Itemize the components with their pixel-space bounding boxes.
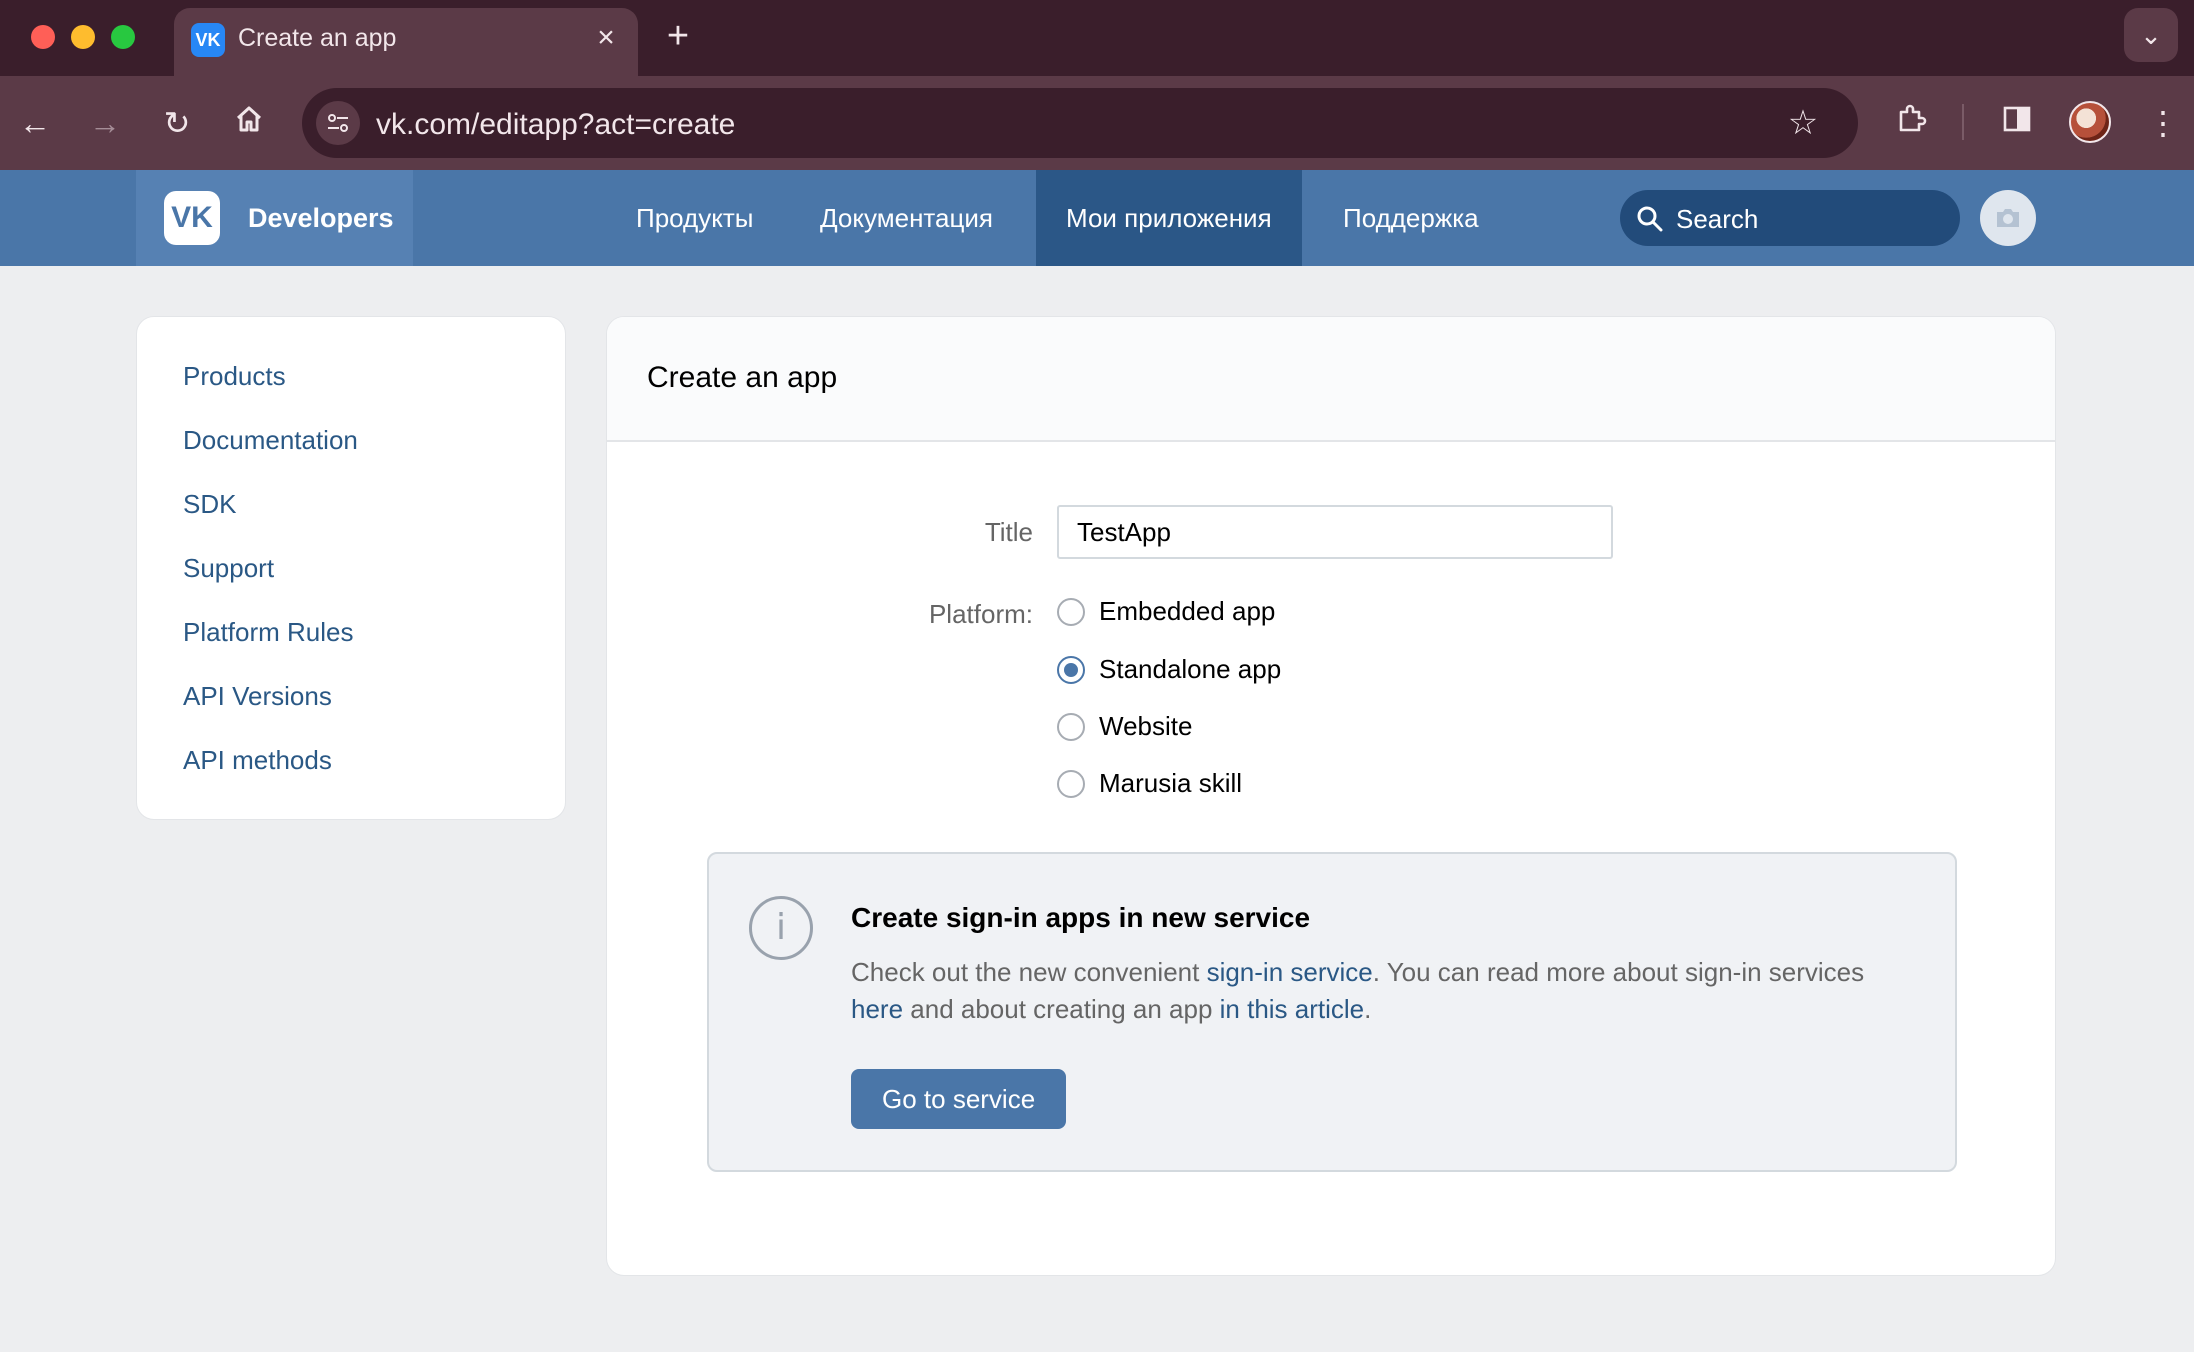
tab-close-icon[interactable]: × [588, 20, 624, 56]
address-bar[interactable]: vk.com/editapp?act=create ☆ [302, 88, 1858, 158]
browser-tab-active[interactable]: VK Create an app × [174, 8, 638, 76]
sidebar-item-products[interactable]: Products [183, 361, 286, 392]
create-app-panel: Create an app Title Platform: Embedded a… [606, 316, 2056, 1276]
search-icon [1637, 206, 1663, 232]
window-zoom-button[interactable] [111, 25, 135, 49]
notice-text: Check out the new convenient sign-in ser… [851, 954, 1891, 1028]
radio-button[interactable] [1057, 598, 1085, 626]
radio-label: Embedded app [1099, 596, 1276, 626]
info-icon: i [749, 896, 813, 960]
article-link[interactable]: in this article [1220, 994, 1365, 1024]
new-tab-button[interactable]: + [660, 16, 696, 56]
search-placeholder: Search [1676, 204, 1759, 234]
notice-text-part: Check out the new convenient [851, 957, 1207, 987]
url-text[interactable]: vk.com/editapp?act=create [376, 108, 735, 142]
platform-label: Platform: [928, 599, 1033, 629]
nav-products[interactable]: Продукты [606, 170, 783, 266]
title-field[interactable] [1057, 505, 1613, 559]
side-panel-icon[interactable] [1994, 100, 2040, 146]
sign-in-service-notice: i Create sign-in apps in new service Che… [707, 852, 1957, 1172]
home-icon[interactable] [226, 100, 272, 146]
browser-menu-icon[interactable]: ⋮ [2140, 100, 2186, 146]
site-settings-icon[interactable] [316, 101, 360, 145]
title-label: Title [984, 517, 1033, 547]
tab-title: Create an app [238, 24, 397, 52]
radio-label: Website [1099, 711, 1193, 741]
extensions-puzzle-icon[interactable] [1888, 100, 1934, 146]
search-input[interactable]: Search [1620, 190, 1960, 246]
here-link[interactable]: here [851, 994, 903, 1024]
camera-icon [1997, 209, 2019, 227]
vk-favicon-icon: VK [191, 23, 225, 57]
browser-toolbar: ← → ↻ vk.com/editapp?act=create ☆ ⋮ [0, 76, 2194, 170]
sidebar-item-documentation[interactable]: Documentation [183, 425, 358, 456]
window-close-button[interactable] [31, 25, 55, 49]
sign-in-service-link[interactable]: sign-in service [1207, 957, 1373, 987]
radio-label: Standalone app [1099, 654, 1282, 684]
sidebar-item-api-methods[interactable]: API methods [183, 745, 332, 776]
sidebar-item-support[interactable]: Support [183, 553, 274, 584]
user-avatar[interactable] [1980, 190, 2036, 246]
panel-header: Create an app [607, 317, 2055, 442]
bookmark-star-icon[interactable]: ☆ [1780, 100, 1826, 146]
brand-text: Developers [248, 203, 394, 233]
radio-button-checked[interactable] [1057, 656, 1085, 684]
notice-text-part: and about creating an app [903, 994, 1220, 1024]
toolbar-divider [1962, 104, 1964, 140]
radio-button[interactable] [1057, 713, 1085, 741]
site-header: VK Developers Продукты Документация Мои … [0, 170, 2194, 266]
back-arrow-icon[interactable]: ← [12, 100, 58, 146]
forward-arrow-icon[interactable]: → [82, 100, 128, 146]
tab-search-menu-button[interactable]: ⌄ [2124, 8, 2178, 62]
browser-tabstrip: VK Create an app × + ⌄ [0, 0, 2194, 76]
sidebar-item-sdk[interactable]: SDK [183, 489, 236, 520]
radio-label: Marusia skill [1099, 768, 1243, 798]
vk-logo-icon: VK [164, 191, 220, 245]
developers-brand-link[interactable]: VK Developers [136, 170, 413, 266]
notice-text-part: . You can read more about sign-in servic… [1372, 957, 1865, 987]
window-minimize-button[interactable] [71, 25, 95, 49]
profile-avatar[interactable] [2069, 101, 2111, 143]
sidebar: Products Documentation SDK Support Platf… [136, 316, 566, 820]
nav-documentation[interactable]: Документация [790, 170, 1023, 266]
go-to-service-button[interactable]: Go to service [851, 1069, 1067, 1129]
sidebar-item-platform-rules[interactable]: Platform Rules [183, 617, 354, 648]
page-title: Create an app [647, 361, 838, 394]
sidebar-item-api-versions[interactable]: API Versions [183, 681, 332, 712]
nav-my-apps[interactable]: Мои приложения [1036, 170, 1302, 266]
radio-button[interactable] [1057, 770, 1085, 798]
nav-support[interactable]: Поддержка [1313, 170, 1509, 266]
notice-text-part: . [1364, 994, 1372, 1024]
reload-icon[interactable]: ↻ [154, 100, 200, 146]
notice-title: Create sign-in apps in new service [851, 902, 1311, 933]
